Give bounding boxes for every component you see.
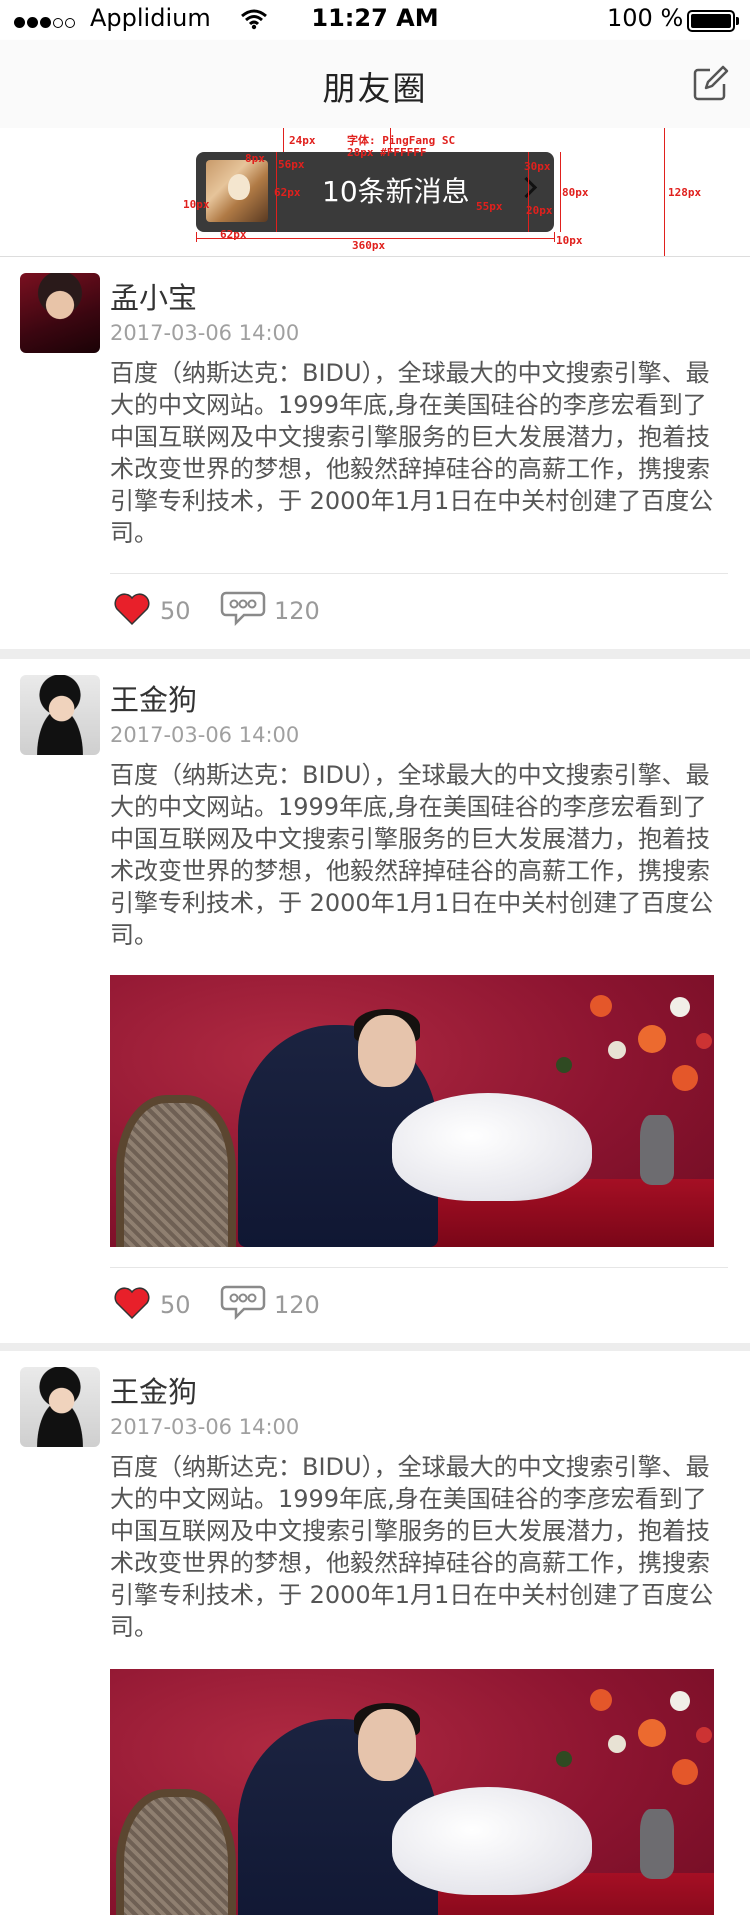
comment-count: 120 bbox=[274, 597, 320, 625]
like-count: 50 bbox=[160, 1291, 191, 1319]
post-date: 2017-03-06 14:00 bbox=[110, 321, 300, 345]
heart-icon[interactable] bbox=[112, 1285, 152, 1321]
post-content: 百度（纳斯达克：BIDU），全球最大的中文搜索引擎、最大的中文网站。1999年底… bbox=[110, 1453, 714, 1641]
spec-annotation: 8px bbox=[245, 152, 265, 165]
comment-bubble-icon[interactable] bbox=[220, 1283, 266, 1321]
chevron-right-icon bbox=[515, 176, 538, 199]
spec-annotation: 55px bbox=[476, 200, 503, 213]
post-content: 百度（纳斯达克：BIDU），全球最大的中文搜索引擎、最大的中文网站。1999年底… bbox=[110, 761, 714, 949]
divider bbox=[110, 573, 728, 574]
spec-annotation: 24px bbox=[289, 134, 316, 147]
new-message-label: 10条新消息 bbox=[322, 175, 470, 208]
post-date: 2017-03-06 14:00 bbox=[110, 723, 300, 747]
avatar[interactable] bbox=[20, 1367, 100, 1447]
divider bbox=[110, 1267, 728, 1268]
nav-bar: 朋友圈 bbox=[0, 40, 750, 129]
post-separator bbox=[0, 649, 750, 659]
edit-icon[interactable] bbox=[692, 64, 730, 102]
spec-annotation: 10px bbox=[556, 234, 583, 247]
feed-post: 王金狗 2017-03-06 14:00 百度（纳斯达克：BIDU），全球最大的… bbox=[0, 659, 750, 1343]
post-photo[interactable] bbox=[110, 975, 714, 1247]
status-bar: Applidium 11:27 AM 100 % bbox=[0, 0, 750, 40]
battery-percent: 100 % bbox=[607, 4, 684, 32]
comment-bubble-icon[interactable] bbox=[220, 589, 266, 627]
page-title: 朋友圈 bbox=[322, 69, 428, 108]
spec-line bbox=[283, 128, 284, 152]
new-message-area: 10条新消息 24px 字体: PingFang SC 28px #FFFFFF… bbox=[0, 128, 750, 257]
spec-annotation: 30px bbox=[524, 160, 551, 173]
spec-line bbox=[554, 232, 555, 242]
post-date: 2017-03-06 14:00 bbox=[110, 1415, 300, 1439]
spec-annotation: 80px bbox=[562, 186, 589, 199]
like-count: 50 bbox=[160, 597, 191, 625]
spec-annotation: 56px bbox=[278, 158, 305, 171]
spec-annotation: 360px bbox=[352, 239, 386, 252]
spec-line bbox=[664, 128, 665, 256]
spec-annotation: 10px bbox=[183, 198, 210, 211]
spec-annotation: 62px bbox=[220, 228, 247, 241]
spec-annotation: 20px bbox=[526, 204, 553, 217]
feed-post: 王金狗 2017-03-06 14:00 百度（纳斯达克：BIDU），全球最大的… bbox=[0, 1351, 750, 1915]
spec-annotation: 128px bbox=[668, 186, 702, 199]
sender-avatar-thumbnail bbox=[206, 160, 268, 222]
comment-count: 120 bbox=[274, 1291, 320, 1319]
spec-annotation: 62px bbox=[274, 186, 301, 199]
avatar[interactable] bbox=[20, 273, 100, 353]
post-content: 百度（纳斯达克：BIDU），全球最大的中文搜索引擎、最大的中文网站。1999年底… bbox=[110, 359, 714, 547]
feed-post: 孟小宝 2017-03-06 14:00 百度（纳斯达克：BIDU），全球最大的… bbox=[0, 257, 750, 649]
avatar[interactable] bbox=[20, 675, 100, 755]
heart-icon[interactable] bbox=[112, 591, 152, 627]
spec-line bbox=[560, 152, 561, 232]
battery-icon bbox=[687, 10, 739, 32]
author-name[interactable]: 王金狗 bbox=[110, 1369, 197, 1411]
author-name[interactable]: 王金狗 bbox=[110, 677, 197, 719]
spec-line bbox=[196, 232, 197, 242]
spec-annotation: 28px #FFFFFF bbox=[347, 146, 427, 159]
author-name[interactable]: 孟小宝 bbox=[110, 275, 197, 317]
post-photo[interactable] bbox=[110, 1669, 714, 1915]
